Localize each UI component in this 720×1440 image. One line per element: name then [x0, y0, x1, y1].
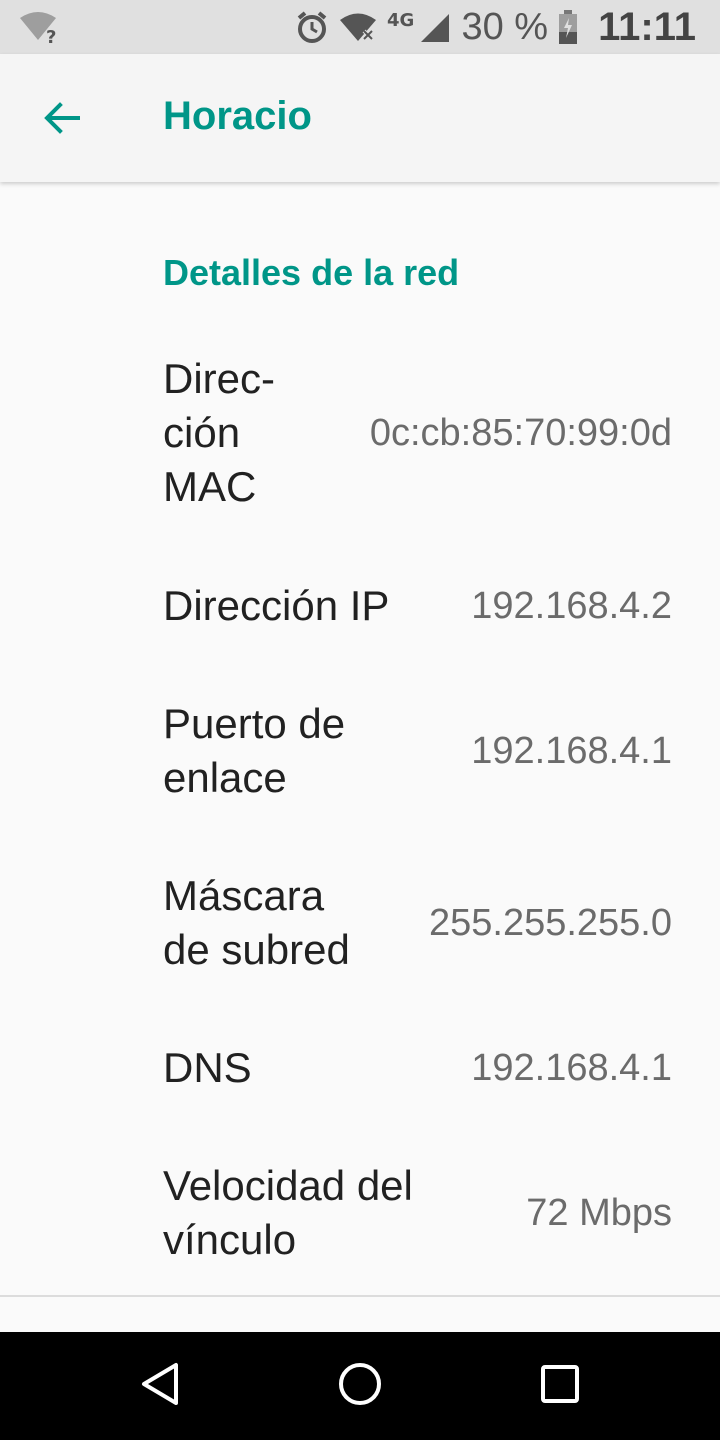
home-icon — [338, 1362, 382, 1411]
signal-4g-icon: 4G — [387, 10, 451, 44]
wifi-question-icon: ? — [18, 10, 62, 44]
app-bar: Horacio — [0, 54, 720, 182]
alarm-icon — [295, 10, 329, 44]
detail-label: Dirección IP — [163, 582, 390, 629]
detail-label: DNS — [163, 1044, 252, 1091]
arrow-back-icon — [42, 98, 82, 143]
battery-charging-icon — [558, 10, 578, 44]
navigation-bar — [0, 1332, 720, 1440]
detail-label: Puerto de enlace — [163, 700, 346, 801]
status-icons: 4G 30 % 11:11 — [295, 0, 696, 54]
detail-label: Velocidad del vínculo — [163, 1162, 413, 1263]
battery-percentage: 30 % — [461, 5, 549, 48]
back-icon — [140, 1362, 180, 1411]
detail-value: 72 Mbps — [526, 1191, 672, 1234]
detail-label: Direc- ción MAC — [163, 355, 275, 510]
detail-row-gateway: Puerto de enlace 192.168.4.1 — [163, 696, 672, 806]
detail-row-link-speed: Velocidad del vínculo 72 Mbps — [163, 1158, 672, 1268]
detail-row-dns: DNS 192.168.4.1 — [163, 1040, 672, 1096]
detail-value: 255.255.255.0 — [428, 901, 672, 944]
wifi-off-icon — [339, 11, 377, 43]
detail-value: 192.168.4.1 — [471, 729, 672, 772]
detail-value: 192.168.4.2 — [471, 584, 672, 627]
clock-time: 11:11 — [598, 4, 696, 49]
divider — [0, 1295, 720, 1297]
detail-row-mac: Direc- ción MAC 0c:cb:85:70:99:0d — [163, 352, 672, 514]
page-title: Horacio — [163, 94, 312, 138]
detail-label: Máscara de subred — [163, 872, 350, 973]
detail-row-subnet: Máscara de subred 255.255.255.0 — [163, 868, 672, 978]
section-title: Detalles de la red — [163, 252, 460, 293]
detail-value: 0c:cb:85:70:99:0d — [369, 411, 672, 454]
recents-icon — [540, 1364, 580, 1409]
back-button[interactable] — [30, 88, 94, 152]
svg-text:?: ? — [46, 27, 56, 44]
detail-row-ip: Dirección IP 192.168.4.2 — [163, 578, 672, 634]
nav-home-button[interactable] — [330, 1356, 390, 1416]
nav-recents-button[interactable] — [530, 1356, 590, 1416]
network-type-text: 4G — [387, 10, 414, 31]
status-bar: ? 4G 30 % 11:11 — [0, 0, 720, 54]
detail-value: 192.168.4.1 — [471, 1046, 672, 1089]
nav-back-button[interactable] — [130, 1356, 190, 1416]
